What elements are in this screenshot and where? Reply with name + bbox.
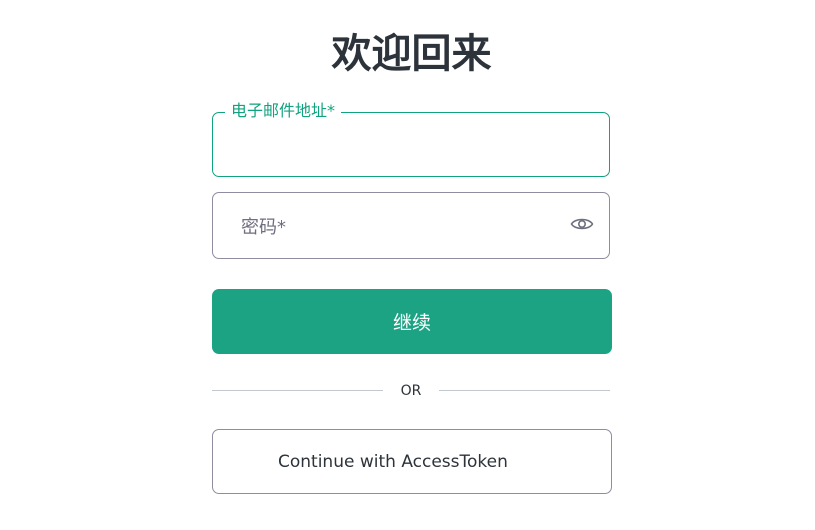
or-divider: OR — [212, 380, 612, 402]
divider-line-right — [439, 390, 610, 391]
divider-line-left — [212, 390, 383, 391]
divider-text: OR — [400, 383, 422, 399]
login-page: 欢迎回来 电子邮件地址* 继续 OR Continue with AccessT… — [0, 0, 815, 530]
email-field[interactable]: 电子邮件地址* — [212, 101, 610, 177]
show-password-button[interactable] — [569, 213, 595, 239]
continue-with-access-token-button[interactable]: Continue with AccessToken — [212, 429, 612, 494]
continue-button[interactable]: 继续 — [212, 289, 612, 354]
email-input[interactable] — [229, 131, 593, 161]
password-input[interactable] — [239, 212, 553, 242]
eye-icon — [570, 216, 594, 236]
page-title: 欢迎回来 — [331, 31, 492, 77]
password-field[interactable] — [212, 192, 610, 259]
email-field-label: 电子邮件地址* — [225, 101, 342, 121]
